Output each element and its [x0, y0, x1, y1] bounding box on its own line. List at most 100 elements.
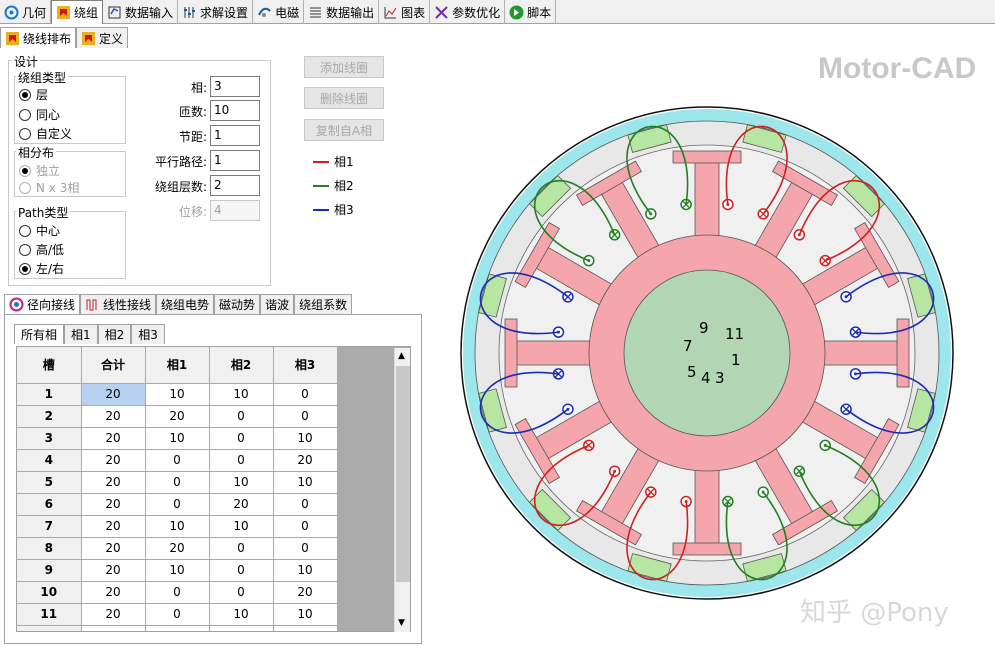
table-scrollbar[interactable]: ▲ ▼	[394, 348, 410, 632]
table-cell[interactable]: 10	[273, 471, 338, 494]
tab-optimization[interactable]: 参数优化	[430, 0, 506, 24]
table-cell[interactable]: 0	[209, 427, 274, 450]
col-header-total[interactable]: 合计	[81, 347, 146, 384]
row-header[interactable]: 8	[17, 537, 82, 560]
layers-input[interactable]: 2	[210, 175, 260, 196]
tab-script[interactable]: 脚本	[505, 0, 557, 24]
row-header[interactable]: 6	[17, 493, 82, 516]
tab-geometry[interactable]: 几何	[0, 0, 52, 24]
table-cell[interactable]: 0	[273, 515, 338, 538]
table-cell[interactable]: 10	[273, 559, 338, 582]
tab-data-output[interactable]: 数据输出	[304, 0, 380, 24]
row-header[interactable]: 1	[17, 383, 82, 406]
table-row[interactable]: 1 20 10 10 0	[17, 383, 338, 406]
phases-input[interactable]: 3	[210, 76, 260, 97]
row-header[interactable]: 7	[17, 515, 82, 538]
row-header[interactable]: 9	[17, 559, 82, 582]
radio-left-right[interactable]: 左/右	[19, 260, 64, 277]
table-cell[interactable]: 10	[145, 383, 210, 406]
table-row[interactable]: 6 20 0 20 0	[17, 493, 338, 516]
scroll-down-icon[interactable]: ▼	[398, 618, 405, 628]
table-cell[interactable]: 20	[81, 515, 146, 538]
tab-chart[interactable]: 图表	[379, 0, 431, 24]
table-row[interactable]: 5 20 0 10 10	[17, 471, 338, 494]
table-cell[interactable]: 0	[209, 537, 274, 560]
table-cell[interactable]: 20	[81, 625, 146, 631]
table-cell[interactable]: 0	[145, 449, 210, 472]
parallel-paths-input[interactable]: 1	[210, 150, 260, 171]
tab-phase3[interactable]: 相3	[131, 324, 165, 344]
copy-from-a-button[interactable]: 复制自A相	[304, 119, 384, 141]
table-cell[interactable]: 0	[209, 581, 274, 604]
radio-nx3[interactable]: N x 3相	[19, 179, 79, 196]
table-cell[interactable]: 20	[81, 493, 146, 516]
table-cell[interactable]: 10	[145, 515, 210, 538]
col-header-phase1[interactable]: 相1	[145, 347, 210, 384]
row-header[interactable]: 5	[17, 471, 82, 494]
subtab-definition[interactable]: 定义	[76, 27, 129, 48]
table-cell[interactable]: 20	[81, 383, 146, 406]
table-cell[interactable]: 0	[273, 625, 338, 631]
tab-winding-factor[interactable]: 绕组系数	[294, 294, 353, 314]
table-cell[interactable]: 20	[81, 559, 146, 582]
tab-radial-connection[interactable]: 径向接线	[4, 294, 81, 314]
table-cell[interactable]: 0	[273, 537, 338, 560]
delete-coil-button[interactable]: 删除线圈	[304, 87, 384, 109]
table-cell[interactable]: 0	[145, 581, 210, 604]
table-cell[interactable]: 20	[81, 537, 146, 560]
scrollbar-thumb[interactable]	[396, 366, 410, 582]
table-cell[interactable]: 10	[209, 515, 274, 538]
table-cell[interactable]: 20	[273, 449, 338, 472]
col-header-phase3[interactable]: 相3	[273, 347, 338, 384]
table-cell[interactable]: 0	[209, 405, 274, 428]
turns-input[interactable]: 10	[210, 100, 260, 121]
scroll-up-icon[interactable]: ▲	[398, 351, 405, 361]
radio-concentric[interactable]: 同心	[19, 106, 60, 123]
table-cell[interactable]: 20	[145, 405, 210, 428]
table-row[interactable]: 12200200	[17, 625, 338, 631]
radio-layer[interactable]: 层	[19, 86, 48, 103]
table-cell[interactable]: 10	[209, 383, 274, 406]
table-row[interactable]: 2 20 20 0 0	[17, 405, 338, 428]
row-header[interactable]: 4	[17, 449, 82, 472]
row-header[interactable]: 10	[17, 581, 82, 604]
table-cell[interactable]: 0	[145, 493, 210, 516]
tab-harmonics[interactable]: 谐波	[260, 294, 295, 314]
tab-electromagnetic[interactable]: 电磁	[253, 0, 305, 24]
table-cell[interactable]: 20	[81, 581, 146, 604]
offset-input[interactable]: 4	[210, 200, 260, 221]
tab-phase1[interactable]: 相1	[64, 324, 98, 344]
tab-data-input[interactable]: 数据输入	[103, 0, 179, 24]
table-cell[interactable]: 10	[273, 427, 338, 450]
table-row[interactable]: 3 20 10 0 10	[17, 427, 338, 450]
table-cell[interactable]: 0	[209, 559, 274, 582]
subtab-winding-layout[interactable]: 绕线排布	[0, 27, 77, 48]
add-coil-button[interactable]: 添加线圈	[304, 56, 384, 78]
table-cell[interactable]: 0	[273, 405, 338, 428]
table-cell[interactable]: 20	[81, 427, 146, 450]
radio-independent[interactable]: 独立	[19, 162, 60, 179]
col-header-slot[interactable]: 槽	[17, 347, 82, 384]
table-row[interactable]: 11 20 0 10 10	[17, 603, 338, 626]
table-cell[interactable]: 10	[209, 471, 274, 494]
table-cell[interactable]: 10	[145, 559, 210, 582]
row-header[interactable]: 12	[17, 625, 82, 631]
table-cell[interactable]: 20	[81, 405, 146, 428]
row-header[interactable]: 2	[17, 405, 82, 428]
table-cell[interactable]: 0	[273, 493, 338, 516]
table-row[interactable]: 7 20 10 10 0	[17, 515, 338, 538]
table-cell[interactable]: 20	[209, 493, 274, 516]
tab-winding-emf[interactable]: 绕组电势	[156, 294, 215, 314]
table-cell[interactable]: 20	[81, 449, 146, 472]
table-row[interactable]: 4 20 0 0 20	[17, 449, 338, 472]
table-row[interactable]: 10 20 0 0 20	[17, 581, 338, 604]
col-header-phase2[interactable]: 相2	[209, 347, 274, 384]
table-cell[interactable]: 0	[145, 471, 210, 494]
table-cell[interactable]: 20	[81, 603, 146, 626]
table-cell[interactable]: 0	[145, 603, 210, 626]
tab-phase2[interactable]: 相2	[97, 324, 132, 344]
tab-mmf[interactable]: 磁动势	[214, 294, 261, 314]
table-cell[interactable]: 0	[145, 625, 210, 631]
table-cell[interactable]: 20	[145, 537, 210, 560]
table-row[interactable]: 8 20 20 0 0	[17, 537, 338, 560]
